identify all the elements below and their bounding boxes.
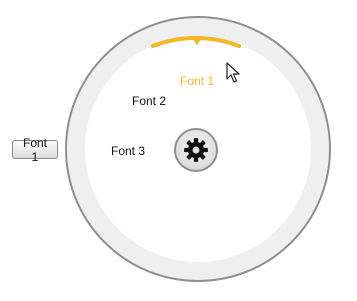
settings-center-button[interactable]	[174, 128, 218, 172]
mouse-pointer-icon	[226, 62, 240, 83]
gear-icon	[184, 138, 208, 162]
menu-item-font-1[interactable]: Font 1	[180, 74, 214, 88]
menu-item-font-3[interactable]: Font 3	[111, 144, 145, 158]
stage: Font 1 Font 1 Font 2 Font 3	[0, 0, 357, 301]
menu-item-font-2[interactable]: Font 2	[132, 94, 166, 108]
